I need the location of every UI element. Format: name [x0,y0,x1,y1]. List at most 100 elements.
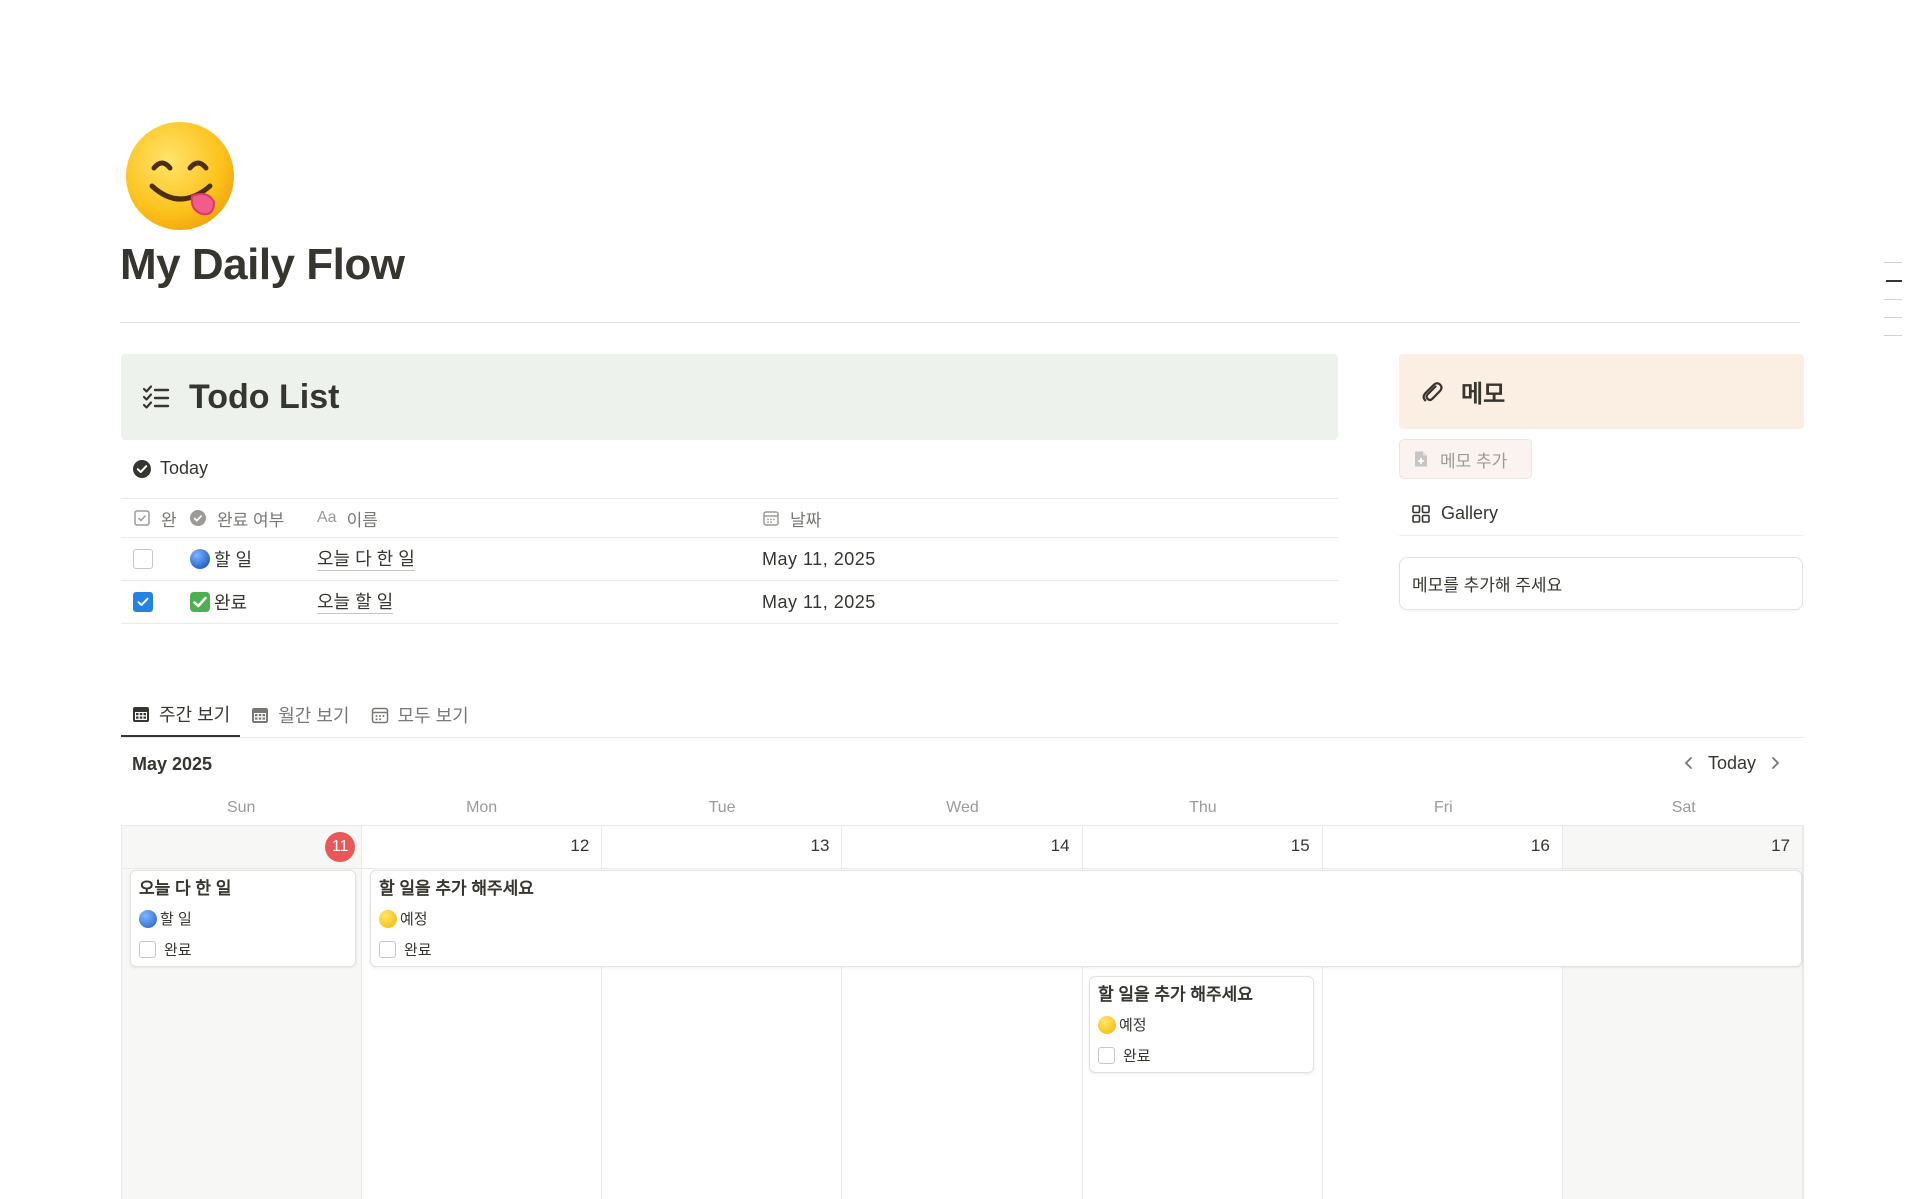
weekday-label: Thu [1189,799,1217,816]
table-row[interactable]: 할 일 오늘 다 한 일 May 11, 2025 [121,538,1338,581]
status-tag[interactable]: 할 일 [189,546,252,572]
tab-weekly-view[interactable]: 주간 보기 [121,692,241,737]
event-checkbox-label: 완료 [164,942,192,959]
event-status: 할 일 [139,903,347,934]
event-checkbox-row: 완료 [379,934,1793,965]
memo-gallery-card[interactable]: 메모를 추가해 주세요 [1399,557,1803,610]
date-number[interactable]: 14 [1051,836,1070,856]
event-checkbox[interactable] [1098,1047,1115,1064]
green-check-icon [190,592,210,612]
todo-callout: Todo List [121,354,1338,440]
weekly-calendar: Sun Mon Tue Wed Thu Fri Sat 11 12 13 14 … [121,790,1804,1199]
table-row[interactable]: 완료 오늘 할 일 May 11, 2025 [121,581,1338,624]
event-title: 오늘 다 한 일 [139,879,232,898]
status-tag[interactable]: 완료 [189,589,247,615]
gallery-grid-icon [1412,504,1430,523]
weekday-label: Tue [708,799,736,816]
chevron-left-icon [1684,757,1692,769]
calendar-event-card[interactable]: 할 일을 추가 해주세요 예정 완료 [1089,976,1314,1073]
status-label: 완료 [214,593,248,613]
memo-callout: 메모 [1399,354,1804,429]
checkbox-property-icon [134,510,150,526]
todo-name-link[interactable]: 오늘 할 일 [317,591,394,614]
calendar-navigation: Today [1676,750,1788,776]
tab-label: 모두 보기 [397,705,469,726]
calendar-month-label: May 2025 [132,754,213,774]
table-header-row: 완 완료 여부 Aa 이름 날짜 [121,498,1338,538]
event-status: 예정 [379,903,1793,934]
event-title: 할 일을 추가 해주세요 [1098,985,1253,1004]
column-header-status[interactable]: 완료 여부 [189,499,317,537]
week-days-grid: 11 12 13 14 15 16 17 오늘 다 한 일 할 일 완료 할 일… [121,826,1804,1199]
page-emoji-icon[interactable] [124,120,236,232]
toc-line[interactable] [1884,317,1902,318]
todo-date[interactable]: May 11, 2025 [762,549,876,570]
tab-all-view[interactable]: 모두 보기 [360,692,479,737]
todo-table: 완 완료 여부 Aa 이름 날짜 할 일 오늘 다 한 일 May 11, 20… [121,498,1338,624]
column-header-label: 완 [161,510,177,530]
event-checkbox[interactable] [139,941,156,958]
todo-date[interactable]: May 11, 2025 [762,592,876,613]
event-status: 예정 [1098,1009,1305,1040]
toc-line[interactable] [1884,335,1902,336]
column-header-date[interactable]: 날짜 [762,499,1338,537]
add-memo-button[interactable]: 메모 추가 [1399,439,1532,479]
paperclip-icon [1422,381,1443,401]
todo-heading: Todo List [189,377,340,416]
weekday-label: Sat [1671,799,1696,816]
next-week-button[interactable] [1762,750,1788,776]
event-checkbox-row: 완료 [1098,1040,1305,1071]
blue-circle-icon [139,909,157,928]
calendar-property-icon [763,511,779,526]
today-date-badge[interactable]: 11 [325,832,356,862]
checklist-icon [142,385,170,409]
toc-line-active[interactable] [1886,280,1902,282]
blue-circle-icon [190,549,210,569]
tab-label: 월간 보기 [278,705,350,726]
title-divider [120,322,1800,323]
column-header-label: 이름 [346,510,378,530]
calendar-filled-icon [133,706,149,722]
toc-line[interactable] [1884,262,1902,263]
status-label: 할 일 [214,550,253,570]
calendar-outline-icon [371,707,388,723]
done-checkbox[interactable] [133,549,153,569]
event-checkbox-label: 완료 [404,942,432,959]
event-checkbox[interactable] [379,941,396,958]
done-checkbox-checked[interactable] [133,592,153,612]
column-header-done[interactable]: 완 [121,499,189,537]
calendar-filled-icon [252,707,269,723]
tab-monthly-view[interactable]: 월간 보기 [240,692,359,737]
tab-label: 주간 보기 [159,704,231,725]
today-button[interactable]: Today [1702,753,1762,774]
previous-week-button[interactable] [1676,750,1702,776]
column-header-name[interactable]: Aa 이름 [317,499,762,537]
weekday-label: Mon [466,799,498,816]
page-title[interactable]: My Daily Flow [120,240,405,290]
weekday-header-row: Sun Mon Tue Wed Thu Fri Sat [121,790,1804,826]
text-property-icon: Aa [317,509,337,526]
checkmark-icon [137,597,149,606]
toc-line[interactable] [1884,299,1902,300]
weekday-label: Wed [946,799,979,816]
todo-name-link[interactable]: 오늘 다 한 일 [317,548,415,571]
weekday-label: Sun [226,799,256,816]
yellow-circle-icon [1098,1015,1116,1034]
gallery-label: Gallery [1441,503,1499,523]
gallery-view-tab[interactable]: Gallery [1399,492,1804,536]
date-number[interactable]: 12 [570,836,589,856]
event-status-label: 예정 [1119,1017,1147,1034]
date-number[interactable]: 13 [811,836,830,856]
todo-view-today[interactable]: Today [132,458,208,479]
calendar-event-card-multiday[interactable]: 할 일을 추가 해주세요 예정 완료 [370,870,1802,967]
date-number[interactable]: 16 [1531,836,1550,856]
event-title: 할 일을 추가 해주세요 [379,879,534,898]
view-label-text: Today [160,458,209,478]
event-checkbox-row: 완료 [139,934,347,965]
column-header-label: 완료 여부 [217,510,285,530]
table-of-contents-indicator[interactable] [1884,262,1902,353]
calendar-event-card[interactable]: 오늘 다 한 일 할 일 완료 [130,870,356,967]
date-number[interactable]: 15 [1291,836,1310,856]
column-header-label: 날짜 [790,510,822,530]
date-number[interactable]: 17 [1771,836,1790,856]
